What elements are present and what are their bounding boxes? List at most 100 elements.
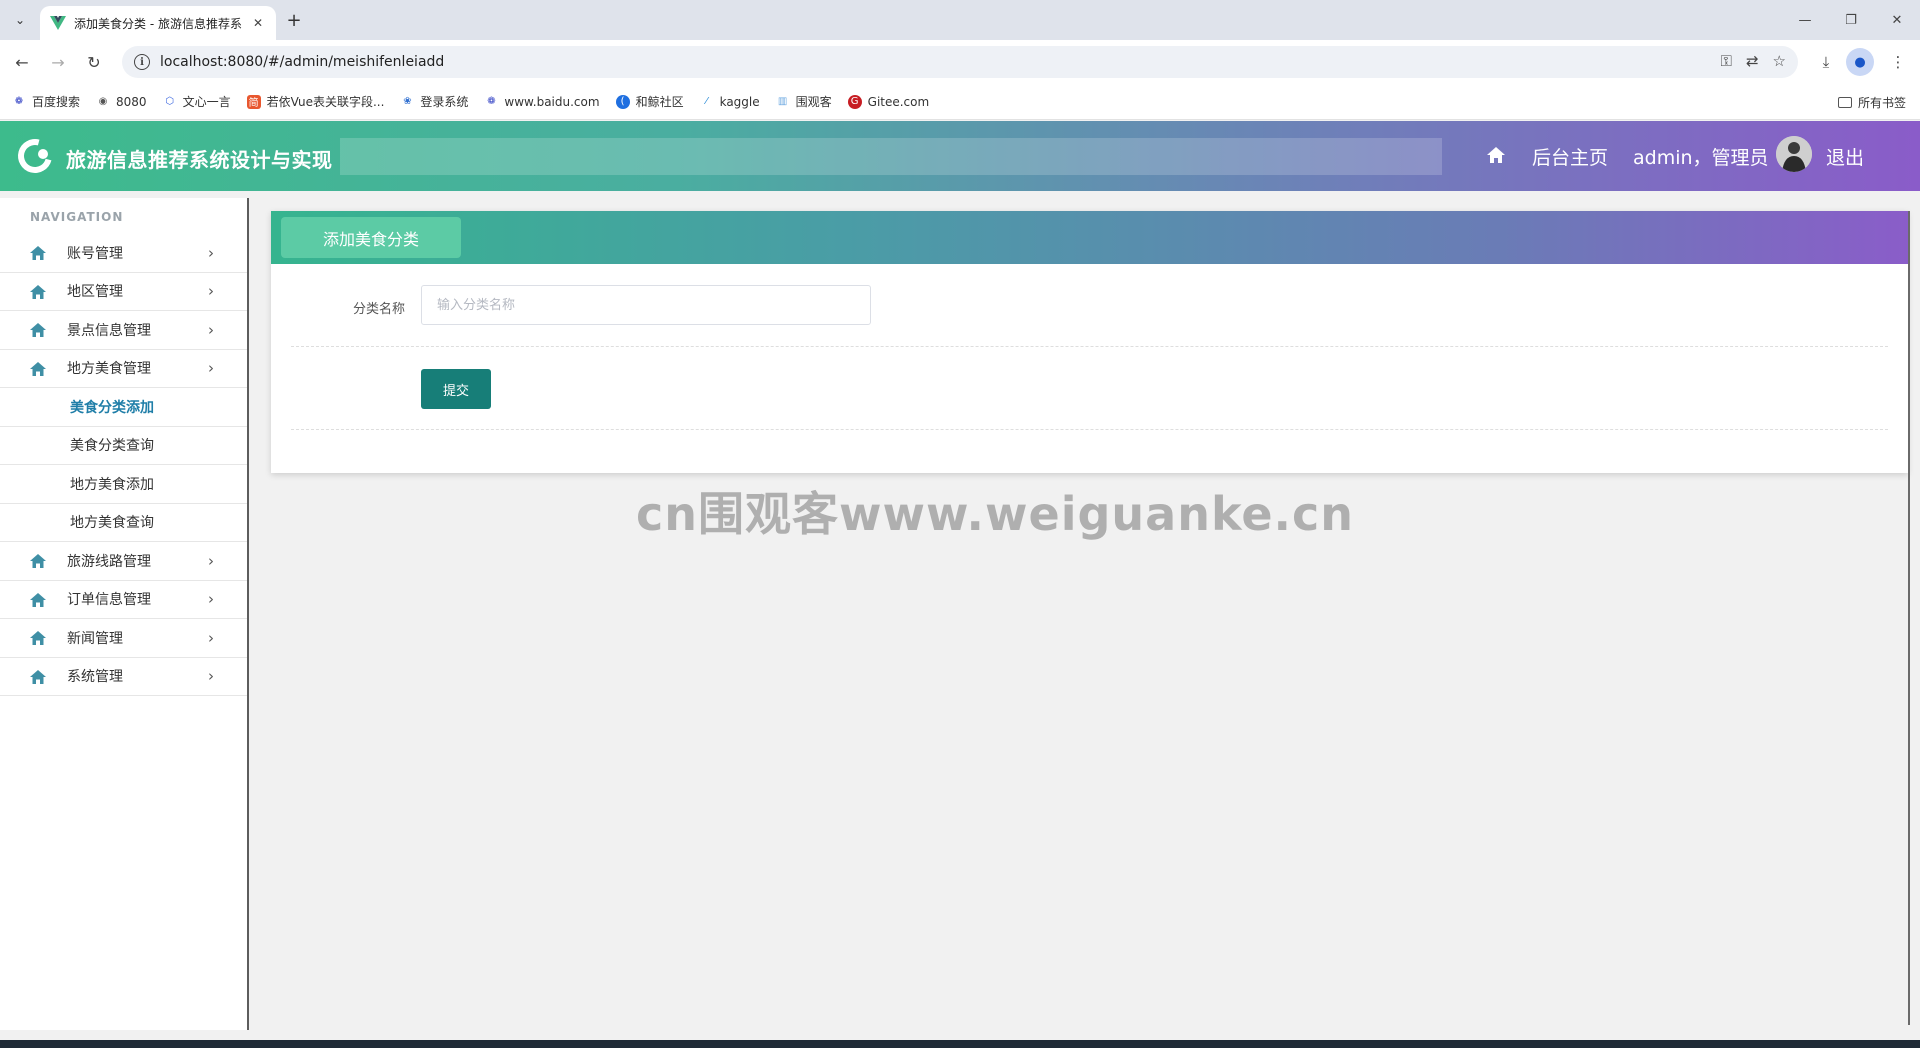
home-icon bbox=[30, 592, 46, 607]
logo-dot bbox=[38, 149, 48, 159]
chevron-right-icon: › bbox=[208, 243, 214, 262]
submit-button[interactable]: 提交 bbox=[421, 369, 491, 409]
kaggle-icon: ⁄ bbox=[705, 96, 708, 107]
sidebar-item-region[interactable]: 地区管理 › bbox=[0, 273, 247, 311]
tab-search-icon[interactable]: ⌄ bbox=[8, 8, 32, 32]
new-tab-button[interactable]: + bbox=[282, 8, 306, 32]
sidebar-item-orders[interactable]: 订单信息管理 › bbox=[0, 581, 247, 619]
sidebar-item-attractions[interactable]: 景点信息管理 › bbox=[0, 311, 247, 350]
wenxin-icon: ⬡ bbox=[165, 96, 174, 107]
admin-home-link[interactable]: 后台主页 bbox=[1532, 143, 1608, 170]
category-name-input[interactable] bbox=[421, 285, 871, 325]
chevron-right-icon: › bbox=[208, 590, 214, 609]
folder-icon bbox=[1837, 97, 1852, 108]
sidebar-item-account[interactable]: 账号管理 › bbox=[0, 234, 247, 273]
sidebar-item-label: 旅游线路管理 bbox=[67, 553, 151, 570]
globe-icon: ◉ bbox=[98, 96, 108, 107]
sidebar-menu: 账号管理 › 地区管理 › 景点信息管理 › 地方美食管理 › 美食分类添加 美… bbox=[0, 234, 247, 696]
bookmark-item[interactable]: ⁄ kaggle bbox=[700, 95, 760, 109]
chevron-right-icon: › bbox=[208, 359, 214, 378]
home-icon bbox=[30, 323, 46, 337]
site-info-icon[interactable]: i bbox=[134, 54, 150, 70]
category-name-label: 分类名称 bbox=[353, 302, 406, 317]
current-user: admin，管理员 bbox=[1633, 147, 1769, 169]
logout-link[interactable]: 退出 bbox=[1826, 143, 1864, 170]
sidebar-item-label: 订单信息管理 bbox=[67, 592, 151, 609]
chevron-right-icon: › bbox=[208, 628, 214, 647]
home-icon[interactable] bbox=[1486, 145, 1506, 165]
form-card: 添加美食分类 分类名称 提交 bbox=[271, 211, 1908, 473]
translate-icon[interactable]: ⇄ bbox=[1746, 52, 1759, 70]
home-icon bbox=[30, 361, 46, 376]
sidebar-item-label: 地方美食管理 bbox=[67, 361, 151, 378]
bookmark-item[interactable]: ❁ www.baidu.com bbox=[484, 95, 599, 109]
bookmark-item[interactable]: G Gitee.com bbox=[847, 94, 929, 109]
restore-icon[interactable]: ❐ bbox=[1828, 0, 1874, 40]
chevron-right-icon: › bbox=[208, 551, 214, 570]
title-band bbox=[340, 138, 1442, 175]
tab-add-food-category[interactable]: 添加美食分类 bbox=[281, 217, 461, 258]
sidebar-subitem-food-category-query[interactable]: 美食分类查询 bbox=[0, 427, 247, 465]
gitee-icon: G bbox=[847, 94, 862, 109]
password-key-icon[interactable]: ⚿ bbox=[1721, 52, 1732, 70]
back-icon[interactable]: ← bbox=[8, 48, 36, 76]
baidu-icon: ❁ bbox=[14, 96, 24, 107]
sidebar-subitem-label: 美食分类查询 bbox=[70, 438, 154, 455]
bookmark-item[interactable]: ▥ 围观客 bbox=[776, 93, 832, 110]
right-edge-line bbox=[1908, 211, 1910, 1025]
avatar[interactable] bbox=[1776, 136, 1812, 172]
sidebar-item-label: 账号管理 bbox=[67, 245, 123, 262]
sidebar-item-label: 新闻管理 bbox=[67, 630, 123, 647]
vue-favicon-icon bbox=[50, 16, 66, 30]
sidebar-subitem-food-category-add[interactable]: 美食分类添加 bbox=[0, 388, 247, 427]
chevron-right-icon: › bbox=[208, 320, 214, 339]
jian-icon: 简 bbox=[246, 94, 261, 109]
app-header: 旅游信息推荐系统设计与实现 后台主页 admin，管理员 退出 bbox=[0, 121, 1920, 191]
sidebar-item-routes[interactable]: 旅游线路管理 › bbox=[0, 542, 247, 581]
close-window-icon[interactable]: ✕ bbox=[1874, 0, 1920, 40]
browser-tab-strip: ⌄ 添加美食分类 - 旅游信息推荐系 ✕ + — ❐ ✕ bbox=[0, 0, 1920, 40]
watermark: cn围观客www.weiguanke.cn bbox=[636, 487, 1355, 541]
chevron-right-icon: › bbox=[208, 282, 214, 301]
browser-toolbar: ← → ↻ i localhost:8080/#/admin/meishifen… bbox=[0, 40, 1920, 84]
bookmark-item[interactable]: ⬡ 文心一言 bbox=[163, 93, 230, 110]
profile-avatar-icon[interactable]: ● bbox=[1846, 48, 1874, 76]
minimize-icon[interactable]: — bbox=[1782, 0, 1828, 40]
forward-icon[interactable]: → bbox=[44, 48, 72, 76]
browser-tab[interactable]: 添加美食分类 - 旅游信息推荐系 ✕ bbox=[40, 6, 276, 40]
avatar-icon bbox=[1776, 136, 1812, 172]
home-icon bbox=[30, 284, 46, 299]
sidebar-item-system[interactable]: 系统管理 › bbox=[0, 658, 247, 696]
bookmark-item[interactable]: ◉ 8080 bbox=[96, 95, 147, 109]
reload-icon[interactable]: ↻ bbox=[80, 48, 108, 76]
download-icon[interactable]: ⤓ bbox=[1812, 48, 1840, 76]
sidebar-subitem-local-food-query[interactable]: 地方美食查询 bbox=[0, 504, 247, 542]
address-bar[interactable]: i localhost:8080/#/admin/meishifenleiadd… bbox=[122, 46, 1798, 78]
bookmark-star-icon[interactable]: ☆ bbox=[1773, 52, 1786, 70]
sidebar-subitem-local-food-add[interactable]: 地方美食添加 bbox=[0, 465, 247, 504]
bookmark-item[interactable]: (和鲸社区 bbox=[615, 93, 684, 110]
sidebar-item-local-food[interactable]: 地方美食管理 › bbox=[0, 350, 247, 388]
url-text[interactable]: localhost:8080/#/admin/meishifenleiadd bbox=[160, 54, 444, 70]
app-title: 旅游信息推荐系统设计与实现 bbox=[66, 148, 333, 172]
sidebar: NAVIGATION 账号管理 › 地区管理 › 景点信息管理 › 地方美食管理… bbox=[0, 198, 249, 1030]
home-icon bbox=[30, 631, 46, 645]
omnibox-actions: ⚿ ⇄ ☆ bbox=[1721, 52, 1786, 70]
window-controls: — ❐ ✕ bbox=[1782, 0, 1920, 40]
logo-icon bbox=[11, 132, 59, 180]
bookmark-item[interactable]: ❀ 登录系统 bbox=[400, 93, 468, 110]
tab-close-icon[interactable]: ✕ bbox=[250, 16, 266, 30]
nav-caption: NAVIGATION bbox=[30, 210, 124, 224]
browser-menu-icon[interactable]: ⋮ bbox=[1884, 48, 1912, 76]
card-header: 添加美食分类 bbox=[271, 211, 1908, 264]
sidebar-subitem-label: 地方美食添加 bbox=[70, 476, 154, 493]
home-icon bbox=[30, 246, 46, 260]
bookmark-item[interactable]: 简若依Vue表关联字段... bbox=[246, 93, 384, 110]
sidebar-item-news[interactable]: 新闻管理 › bbox=[0, 619, 247, 658]
bookmark-item[interactable]: ❁ 百度搜索 bbox=[12, 93, 80, 110]
home-icon bbox=[30, 554, 46, 568]
tab-title: 添加美食分类 - 旅游信息推荐系 bbox=[74, 16, 242, 31]
all-bookmarks[interactable]: 所有书签 bbox=[1837, 94, 1906, 111]
sidebar-item-label: 地区管理 bbox=[67, 284, 123, 301]
taskbar-strip bbox=[0, 1040, 1920, 1048]
